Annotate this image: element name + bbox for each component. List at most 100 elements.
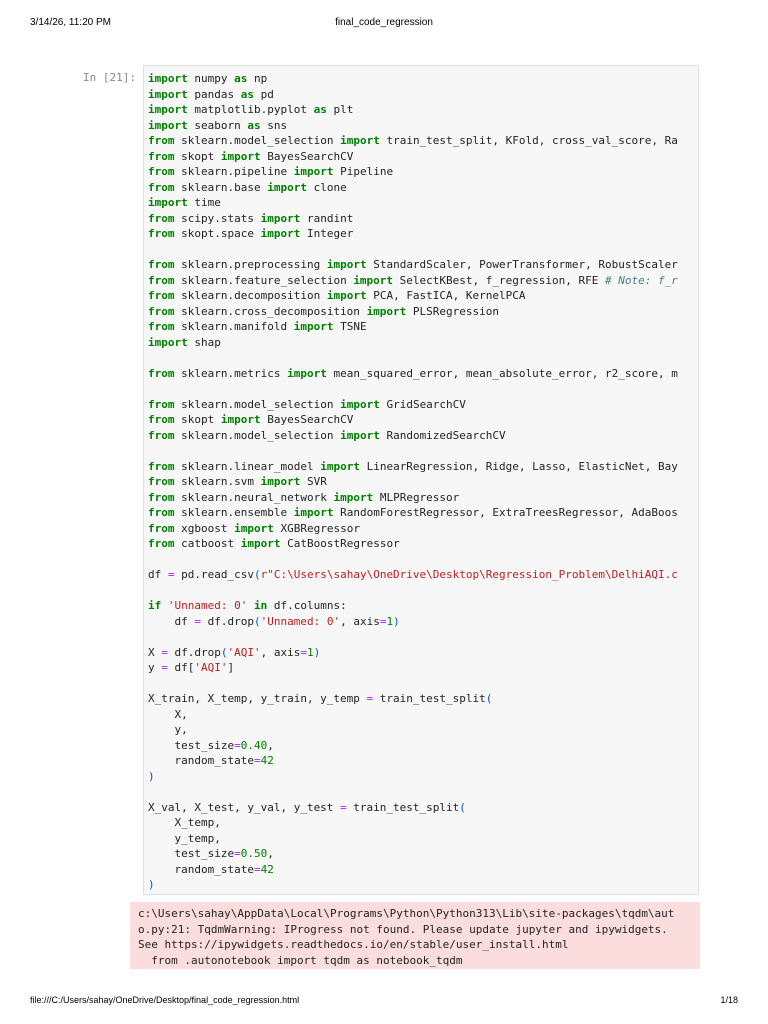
code-token: sklearn.cross_decomposition [174, 304, 367, 318]
code-token: sklearn.metrics [174, 366, 288, 380]
code-token: from [148, 227, 175, 240]
code-token: 'AQI' [194, 661, 228, 674]
code-token: TSNE [333, 320, 367, 333]
code-token: import [293, 506, 334, 519]
code-token: SVR [300, 475, 327, 488]
code-token: import [148, 118, 188, 132]
code-token: sklearn.model_selection [174, 134, 341, 147]
code-token: import [148, 335, 188, 349]
code-line: X_val, X_test, y_val, y_test = train_tes… [148, 800, 698, 816]
code-token: import [260, 211, 301, 225]
code-token: import [260, 475, 301, 488]
code-token: ) [393, 614, 400, 628]
code-line: from sklearn.model_selection import Rand… [148, 428, 698, 444]
code-token: skopt [174, 413, 221, 426]
code-token: from [148, 459, 175, 473]
code-token: import [287, 366, 327, 380]
code-token: import [148, 103, 188, 116]
code-editor[interactable]: import numpy as np import pandas as pd imp… [144, 66, 698, 893]
code-line: from sklearn.linear_model import LinearR… [148, 459, 698, 475]
code-token: BayesSearchCV [260, 149, 354, 163]
code-token: import [148, 196, 188, 209]
code-token: import [260, 227, 301, 240]
code-line: from sklearn.metrics import mean_squared… [148, 366, 698, 382]
code-line: X_train, X_temp, y_train, y_temp = train… [148, 691, 698, 707]
code-token: y, [148, 723, 188, 736]
code-token: ( [459, 800, 466, 814]
code-token: skopt.space [174, 227, 261, 240]
code-line: if 'Unnamed: 0' in df.columns: [148, 598, 698, 614]
code-line: from sklearn.feature_selection import Se… [148, 273, 698, 289]
code-token: = [253, 754, 261, 767]
code-token: Integer [300, 227, 354, 240]
code-token: as [240, 87, 254, 101]
code-token: from [148, 397, 175, 411]
code-token: as [247, 118, 261, 132]
code-token: import [148, 87, 188, 101]
code-token: # Note: f_r [604, 273, 678, 287]
code-line: from xgboost import XGBRegressor [148, 521, 698, 537]
code-token: from [148, 289, 175, 302]
warning-line: o.py:21: TqdmWarning: IProgress not foun… [138, 922, 668, 936]
code-token: import [148, 72, 188, 85]
code-token: sklearn.svm [174, 475, 261, 488]
code-line: from skopt import BayesSearchCV [148, 412, 698, 428]
code-token: X [148, 645, 162, 659]
code-token: from [148, 490, 175, 504]
code-token: 42 [260, 754, 274, 767]
code-token: , [267, 738, 274, 752]
code-token: from [148, 180, 175, 194]
code-line: from catboost import CatBoostRegressor [148, 536, 698, 552]
code-token: , axis [340, 614, 380, 628]
code-token: , axis [260, 645, 301, 659]
code-line: y, [148, 722, 698, 738]
code-cell[interactable]: import numpy as np import pandas as pd imp… [143, 65, 699, 895]
code-token: skopt [174, 149, 221, 163]
code-token: y_temp, [148, 831, 221, 845]
code-token: from [148, 521, 175, 535]
code-line: X_temp, [148, 815, 698, 831]
code-token: from [148, 211, 175, 225]
code-line: from sklearn.pipeline import Pipeline [148, 164, 698, 180]
code-token: = [234, 738, 241, 752]
code-token: df [148, 568, 168, 581]
code-token: BayesSearchCV [260, 413, 354, 426]
code-token: from [148, 258, 175, 271]
code-token: import [234, 521, 274, 535]
code-token: df[ [167, 661, 195, 674]
code-token: = [340, 800, 347, 814]
page-title: final_code_regression [335, 17, 433, 28]
code-token: matplotlib.pyplot [187, 103, 314, 116]
code-token: import [366, 304, 407, 318]
code-token: pd [253, 87, 274, 101]
cell-prompt: In [21]: [83, 71, 136, 84]
code-token: randint [300, 211, 354, 225]
code-token: ) [313, 645, 321, 659]
code-token: CatBoostRegressor [280, 537, 400, 550]
code-token: = [234, 847, 241, 860]
code-token: XGBRegressor [273, 521, 360, 535]
code-line: ) [148, 769, 698, 785]
code-token: from [148, 537, 175, 550]
warning-text: c:\Users\sahay\AppData\Local\Programs\Py… [138, 906, 692, 968]
code-token: xgboost [174, 521, 235, 535]
code-line: X, [148, 707, 698, 723]
code-line: from skopt.space import Integer [148, 226, 698, 242]
code-line: from sklearn.manifold import TSNE [148, 319, 698, 335]
code-token: random_state [148, 862, 254, 876]
code-token: time [187, 196, 221, 209]
code-token: import [340, 134, 380, 147]
code-token: seaborn [187, 118, 248, 132]
code-line: X = df.drop('AQI', axis=1) [148, 645, 698, 661]
code-line: from sklearn.ensemble import RandomFores… [148, 505, 698, 521]
code-token: df.drop [200, 614, 254, 628]
code-line: import matplotlib.pyplot as plt [148, 102, 698, 118]
code-token: train_test_split [373, 692, 486, 705]
code-line: from skopt import BayesSearchCV [148, 149, 698, 165]
code-token: X_train, X_temp, y_train, y_temp [148, 692, 367, 705]
code-token: import [340, 428, 380, 442]
code-token: sklearn.neural_network [174, 490, 334, 504]
code-token: from [148, 428, 175, 442]
